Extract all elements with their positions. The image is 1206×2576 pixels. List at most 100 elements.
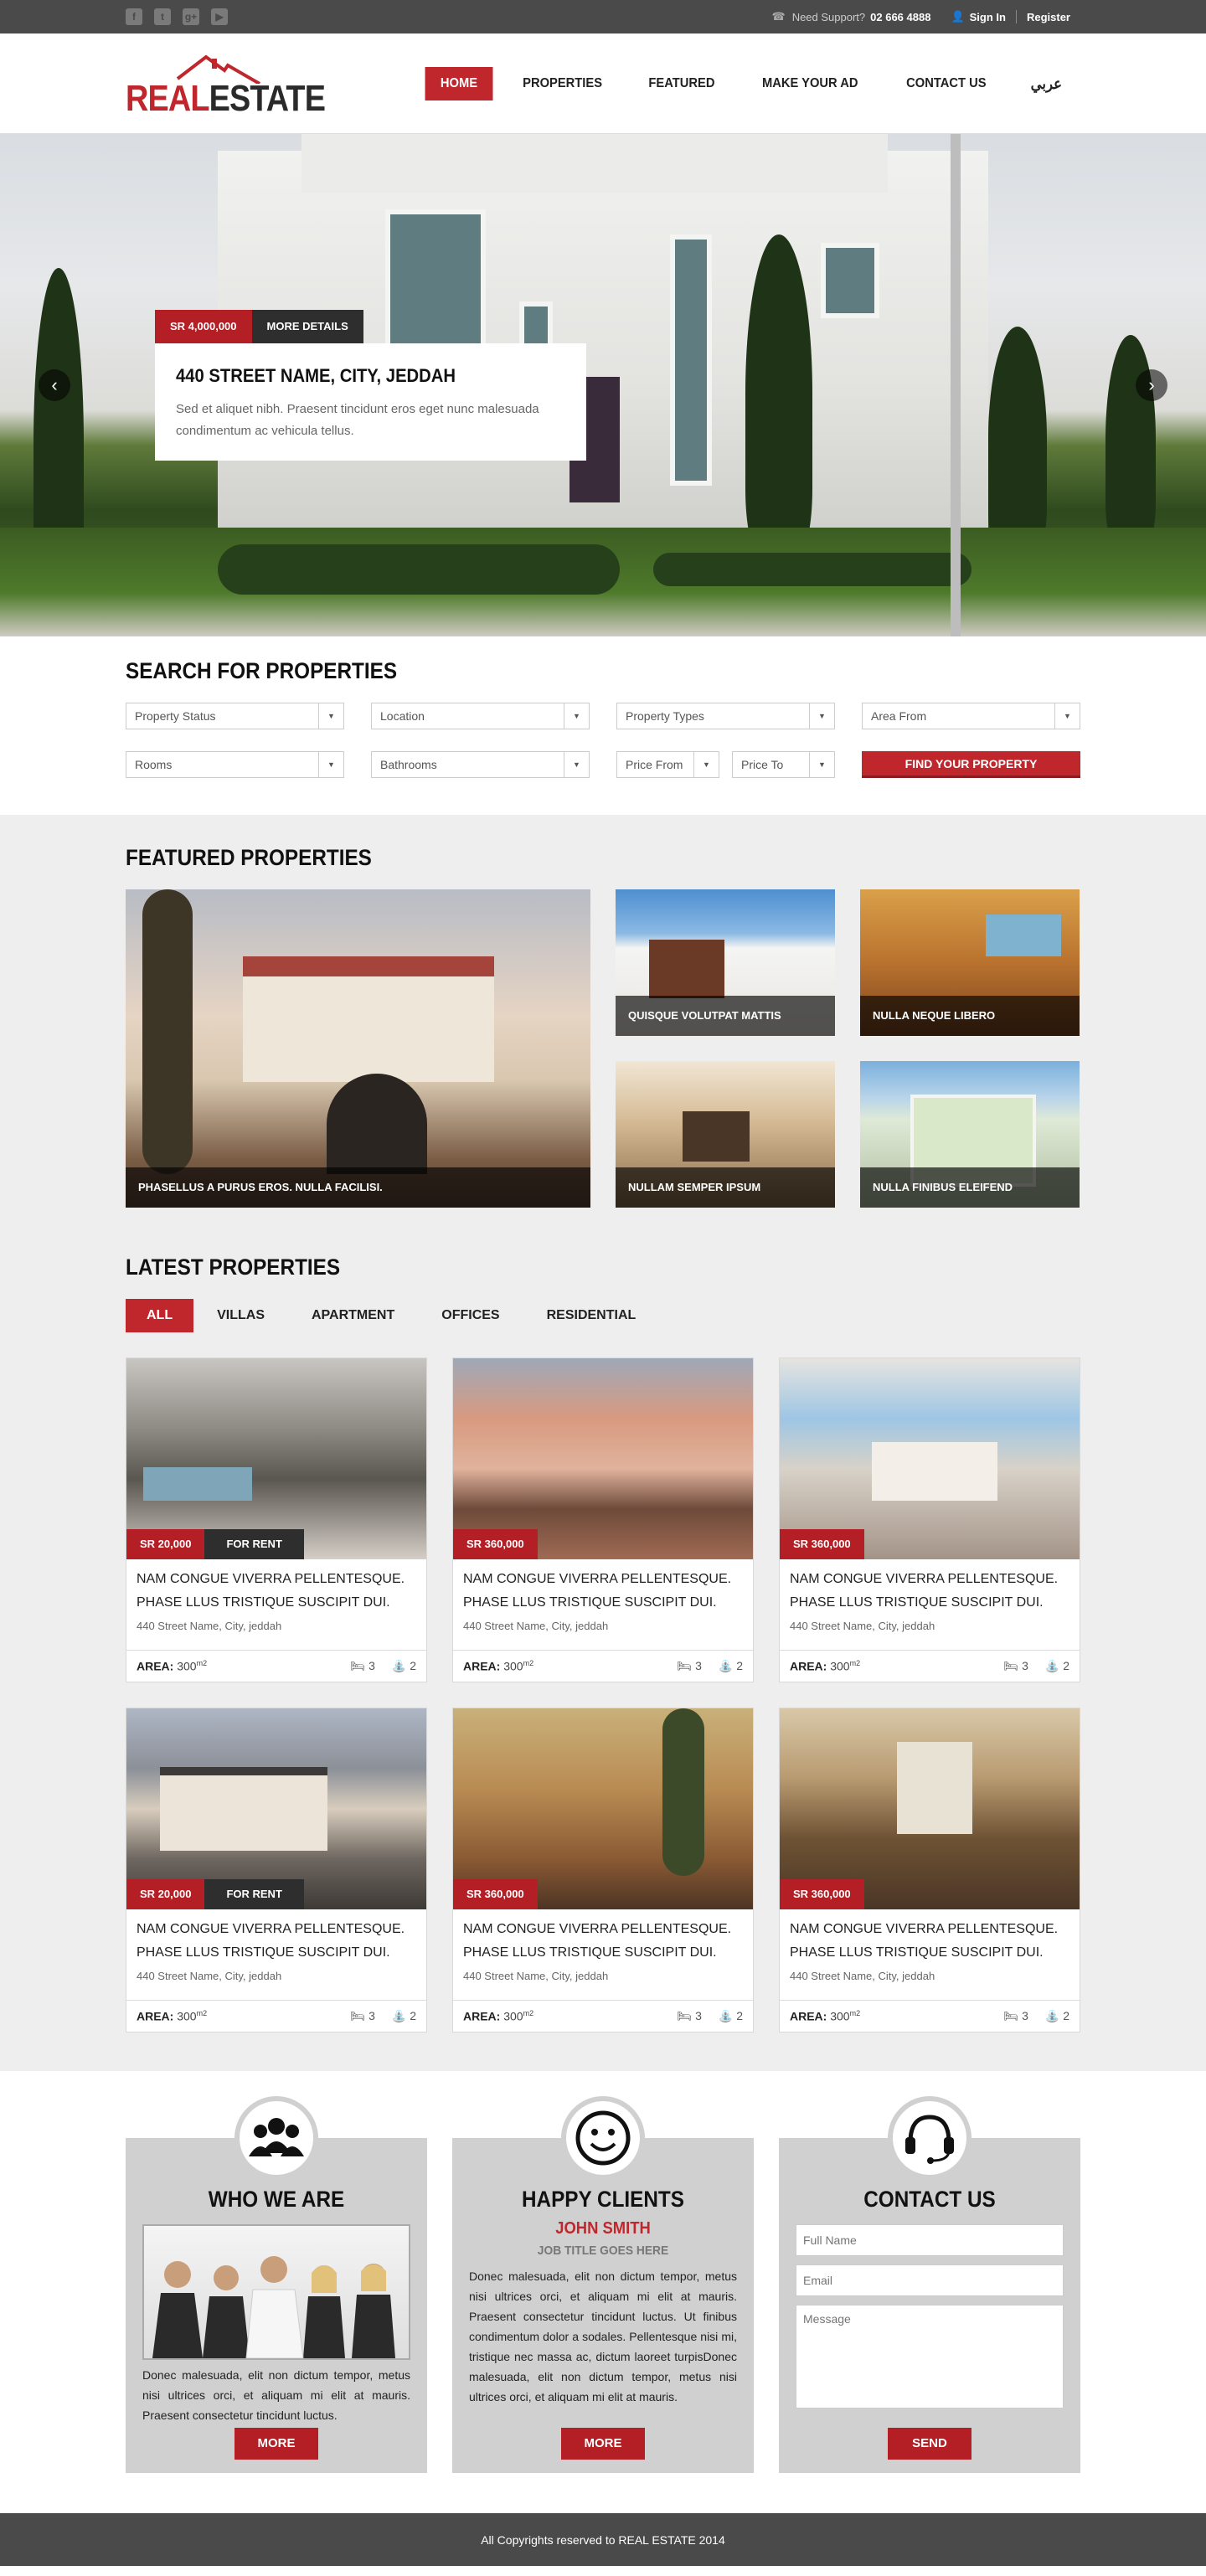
find-property-button[interactable]: FIND YOUR PROPERTY [862, 751, 1080, 778]
rooms-select[interactable]: Rooms ▼ [126, 751, 344, 778]
hero-tree [1106, 335, 1156, 544]
happy-clients-more-button[interactable]: MORE [561, 2428, 645, 2460]
properties-section: FEATURED PROPERTIES PHASELLUS A PURUS ER… [0, 815, 1206, 2071]
area-value: 300 [503, 1659, 523, 1673]
hero-price-tag: SR 4,000,000 MORE DETAILS [155, 310, 363, 343]
facebook-icon[interactable]: f [126, 8, 142, 25]
property-title[interactable]: NAM CONGUE VIVERRA PELLENTESQUE. PHASE L… [780, 1559, 1080, 1615]
featured-card-label: QUISQUE VOLUTPAT MATTIS [616, 996, 835, 1036]
property-price: SR 360,000 [453, 1529, 538, 1559]
caret-down-icon: ▼ [318, 752, 343, 777]
beds-count: 3 [368, 2009, 375, 2022]
featured-card[interactable]: NULLA FINIBUS ELEIFEND [860, 1061, 1080, 1208]
for-rent-badge: FOR RENT [204, 1879, 304, 1909]
property-title[interactable]: NAM CONGUE VIVERRA PELLENTESQUE. PHASE L… [126, 1559, 426, 1615]
palm-shape [662, 1708, 704, 1876]
hero-image-part [302, 134, 888, 193]
slider-prev-button[interactable]: ‹ [39, 369, 70, 401]
site-header: REALESTATE HOME PROPERTIES FEATURED MAKE… [0, 33, 1206, 134]
property-card[interactable]: SR 360,000 NAM CONGUE VIVERRA PELLENTESQ… [779, 1708, 1080, 2032]
more-details-button[interactable]: MORE DETAILS [251, 310, 363, 343]
featured-card-label: NULLAM SEMPER IPSUM [616, 1167, 835, 1208]
tab-offices[interactable]: OFFICES [418, 1299, 523, 1332]
nav-featured[interactable]: FEATURED [633, 67, 730, 100]
copyright-text: All Copyrights reserved to REAL ESTATE 2… [481, 2532, 725, 2547]
area-value: 300 [177, 1659, 197, 1673]
contact-box: CONTACT US SEND [779, 2096, 1080, 2473]
google-plus-icon[interactable]: g+ [183, 8, 199, 25]
who-we-are-more-button[interactable]: MORE [234, 2428, 318, 2460]
property-tags: SR 360,000 [780, 1529, 864, 1559]
area-from-select[interactable]: Area From ▼ [862, 703, 1080, 729]
property-image: SR 360,000 [453, 1708, 753, 1909]
tab-residential[interactable]: RESIDENTIAL [523, 1299, 660, 1332]
nav-home[interactable]: HOME [425, 67, 493, 100]
tab-apartment[interactable]: APARTMENT [288, 1299, 418, 1332]
for-rent-badge: FOR RENT [204, 1529, 304, 1559]
location-select[interactable]: Location ▼ [371, 703, 590, 729]
bath-icon: ⛲ [391, 1659, 407, 1672]
property-status-select[interactable]: Property Status ▼ [126, 703, 344, 729]
property-address: 440 Street Name, City, jeddah [463, 1970, 609, 1982]
property-card[interactable]: SR 360,000 NAM CONGUE VIVERRA PELLENTESQ… [779, 1358, 1080, 1682]
support-label: Need Support? [791, 10, 866, 23]
nav-arabic[interactable]: عربي [1016, 67, 1078, 100]
featured-card[interactable]: NULLAM SEMPER IPSUM [616, 1061, 835, 1208]
price-to-select[interactable]: Price To ▼ [732, 751, 835, 778]
featured-card[interactable]: NULLA NEQUE LIBERO [860, 889, 1080, 1036]
price-range: Price From ▼ Price To ▼ [616, 751, 835, 778]
hero-description: Sed et aliquet nibh. Praesent tincidunt … [176, 402, 539, 438]
property-title[interactable]: NAM CONGUE VIVERRA PELLENTESQUE. PHASE L… [126, 1909, 426, 1965]
sign-in-link[interactable]: Sign In [970, 11, 1016, 23]
property-card[interactable]: SR 360,000 NAM CONGUE VIVERRA PELLENTESQ… [452, 1708, 754, 2032]
bathrooms-select[interactable]: Bathrooms ▼ [371, 751, 590, 778]
latest-filter-tabs: ALL VILLAS APARTMENT OFFICES RESIDENTIAL [126, 1299, 1080, 1332]
bed-icon: 🛏 [1003, 2009, 1019, 2022]
nav-make-your-ad[interactable]: MAKE YOUR AD [747, 67, 874, 100]
featured-card[interactable]: PHASELLUS A PURUS EROS. NULLA FACILISI. [126, 889, 590, 1208]
property-title[interactable]: NAM CONGUE VIVERRA PELLENTESQUE. PHASE L… [780, 1909, 1080, 1965]
modern-house-shape [160, 1767, 327, 1851]
hero-title: 440 STREET NAME, CITY, JEDDAH [176, 365, 456, 386]
property-card[interactable]: SR 20,000 FOR RENT NAM CONGUE VIVERRA PE… [126, 1708, 427, 2032]
nav-contact-us[interactable]: CONTACT US [890, 67, 1001, 100]
baths-count: 2 [736, 1659, 743, 1672]
property-title[interactable]: NAM CONGUE VIVERRA PELLENTESQUE. PHASE L… [453, 1909, 753, 1965]
chevron-left-icon: ‹ [51, 374, 58, 395]
hero-hedge [653, 553, 972, 586]
property-card[interactable]: SR 20,000 FOR RENT NAM CONGUE VIVERRA PE… [126, 1358, 427, 1682]
twitter-icon[interactable]: t [154, 8, 171, 25]
beds-count: 3 [368, 1659, 375, 1672]
featured-card[interactable]: QUISQUE VOLUTPAT MATTIS [616, 889, 835, 1036]
villa-gate [327, 1074, 427, 1174]
site-logo[interactable]: REALESTATE [126, 50, 326, 117]
search-row: Rooms ▼ Bathrooms ▼ Price From ▼ Price To ▼ … [126, 751, 1080, 778]
register-link[interactable]: Register [1017, 11, 1080, 23]
property-types-select[interactable]: Property Types ▼ [616, 703, 835, 729]
nav-properties[interactable]: PROPERTIES [508, 67, 618, 100]
email-input[interactable] [796, 2264, 1064, 2296]
full-name-input[interactable] [796, 2224, 1064, 2256]
area-value: 300 [830, 1659, 850, 1673]
property-card[interactable]: SR 360,000 NAM CONGUE VIVERRA PELLENTESQ… [452, 1358, 754, 1682]
property-price: SR 20,000 [126, 1529, 205, 1559]
featured-card-label: NULLA NEQUE LIBERO [860, 996, 1080, 1036]
price-from-select[interactable]: Price From ▼ [616, 751, 719, 778]
property-address: 440 Street Name, City, jeddah [137, 1620, 282, 1632]
tab-villas[interactable]: VILLAS [193, 1299, 288, 1332]
search-row: Property Status ▼ Location ▼ Property Type… [126, 703, 1080, 729]
slider-next-button[interactable]: › [1136, 369, 1167, 401]
palm-tree [142, 889, 193, 1174]
featured-grid: PHASELLUS A PURUS EROS. NULLA FACILISI. … [126, 889, 1080, 1208]
property-meta: AREA: 300m2 🛏 3 ⛲ 2 [126, 2000, 426, 2032]
beds-count: 3 [1022, 2009, 1028, 2022]
youtube-icon[interactable]: ▶ [211, 8, 228, 25]
beds-count: 3 [695, 2009, 702, 2022]
hero-price: SR 4,000,000 [155, 310, 252, 343]
property-title[interactable]: NAM CONGUE VIVERRA PELLENTESQUE. PHASE L… [453, 1559, 753, 1615]
area-label: AREA: [790, 2009, 827, 2023]
area-label: AREA: [463, 2009, 501, 2023]
send-button[interactable]: SEND [888, 2428, 972, 2460]
tab-all[interactable]: ALL [126, 1299, 194, 1332]
message-textarea[interactable] [796, 2305, 1064, 2409]
